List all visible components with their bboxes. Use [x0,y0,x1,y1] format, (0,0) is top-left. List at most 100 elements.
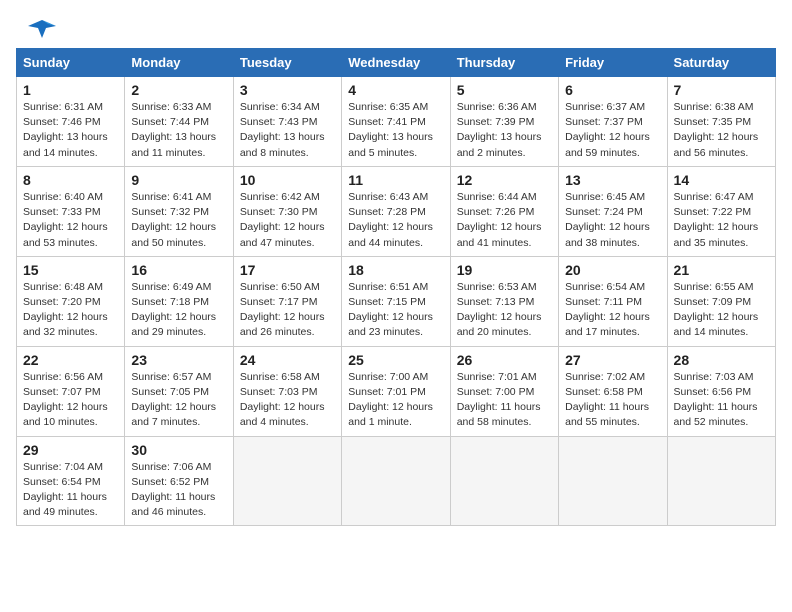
calendar-day-cell: 6 Sunrise: 6:37 AMSunset: 7:37 PMDaylight… [559,77,667,167]
calendar-day-cell: 7Sunrise: 6:38 AMSunset: 7:35 PMDaylight… [667,77,775,167]
day-info: Sunrise: 6:42 AMSunset: 7:30 PMDaylight:… [240,190,335,251]
day-info: Sunrise: 6:48 AMSunset: 7:20 PMDaylight:… [23,280,118,341]
calendar-day-cell: 5 Sunrise: 6:36 AMSunset: 7:39 PMDaylight… [450,77,558,167]
calendar-week-row: 15 Sunrise: 6:48 AMSunset: 7:20 PMDayligh… [17,256,776,346]
day-info: Sunrise: 6:51 AMSunset: 7:15 PMDaylight:… [348,280,443,341]
day-number: 1 [23,82,118,98]
calendar-day-cell: 9 Sunrise: 6:41 AMSunset: 7:32 PMDaylight… [125,166,233,256]
day-info: Sunrise: 6:55 AMSunset: 7:09 PMDaylight:… [674,280,769,341]
day-number: 28 [674,352,769,368]
day-number: 17 [240,262,335,278]
day-number: 10 [240,172,335,188]
calendar-day-cell [559,436,667,526]
calendar-body: 1 Sunrise: 6:31 AMSunset: 7:46 PMDaylight… [17,77,776,526]
calendar-day-cell: 17 Sunrise: 6:50 AMSunset: 7:17 PMDayligh… [233,256,341,346]
day-number: 12 [457,172,552,188]
calendar-day-cell: 14 Sunrise: 6:47 AMSunset: 7:22 PMDayligh… [667,166,775,256]
calendar-day-cell: 22 Sunrise: 6:56 AMSunset: 7:07 PMDayligh… [17,346,125,436]
day-number: 13 [565,172,660,188]
weekday-header-cell: Saturday [667,49,775,77]
day-info: Sunrise: 6:36 AMSunset: 7:39 PMDaylight:… [457,100,552,161]
weekday-header-cell: Thursday [450,49,558,77]
day-info: Sunrise: 6:40 AMSunset: 7:33 PMDaylight:… [23,190,118,251]
day-number: 8 [23,172,118,188]
calendar-day-cell [450,436,558,526]
day-number: 14 [674,172,769,188]
calendar-day-cell: 30 Sunrise: 7:06 AMSunset: 6:52 PMDayligh… [125,436,233,526]
calendar-week-row: 29 Sunrise: 7:04 AMSunset: 6:54 PMDayligh… [17,436,776,526]
day-number: 11 [348,172,443,188]
day-info: Sunrise: 6:50 AMSunset: 7:17 PMDaylight:… [240,280,335,341]
day-info: Sunrise: 6:53 AMSunset: 7:13 PMDaylight:… [457,280,552,341]
day-info: Sunrise: 6:58 AMSunset: 7:03 PMDaylight:… [240,370,335,431]
logo [24,18,58,40]
calendar-week-row: 22 Sunrise: 6:56 AMSunset: 7:07 PMDayligh… [17,346,776,436]
day-number: 5 [457,82,552,98]
day-info: Sunrise: 6:35 AMSunset: 7:41 PMDaylight:… [348,100,443,161]
calendar-table: SundayMondayTuesdayWednesdayThursdayFrid… [16,48,776,526]
day-info: Sunrise: 6:44 AMSunset: 7:26 PMDaylight:… [457,190,552,251]
day-number: 22 [23,352,118,368]
day-info: Sunrise: 6:49 AMSunset: 7:18 PMDaylight:… [131,280,226,341]
day-number: 30 [131,442,226,458]
calendar-day-cell: 15 Sunrise: 6:48 AMSunset: 7:20 PMDayligh… [17,256,125,346]
day-number: 3 [240,82,335,98]
calendar-day-cell: 23 Sunrise: 6:57 AMSunset: 7:05 PMDayligh… [125,346,233,436]
calendar-day-cell: 19 Sunrise: 6:53 AMSunset: 7:13 PMDayligh… [450,256,558,346]
calendar-day-cell: 10 Sunrise: 6:42 AMSunset: 7:30 PMDayligh… [233,166,341,256]
day-info: Sunrise: 7:00 AMSunset: 7:01 PMDaylight:… [348,370,443,431]
day-info: Sunrise: 6:33 AMSunset: 7:44 PMDaylight:… [131,100,226,161]
day-number: 2 [131,82,226,98]
day-info: Sunrise: 6:47 AMSunset: 7:22 PMDaylight:… [674,190,769,251]
calendar-day-cell: 12 Sunrise: 6:44 AMSunset: 7:26 PMDayligh… [450,166,558,256]
day-number: 29 [23,442,118,458]
day-info: Sunrise: 6:34 AMSunset: 7:43 PMDaylight:… [240,100,335,161]
calendar-day-cell: 24 Sunrise: 6:58 AMSunset: 7:03 PMDayligh… [233,346,341,436]
day-info: Sunrise: 6:57 AMSunset: 7:05 PMDaylight:… [131,370,226,431]
calendar-day-cell: 8 Sunrise: 6:40 AMSunset: 7:33 PMDaylight… [17,166,125,256]
calendar-week-row: 1 Sunrise: 6:31 AMSunset: 7:46 PMDaylight… [17,77,776,167]
calendar-day-cell: 26Sunrise: 7:01 AMSunset: 7:00 PMDayligh… [450,346,558,436]
calendar-day-cell: 29 Sunrise: 7:04 AMSunset: 6:54 PMDayligh… [17,436,125,526]
calendar-day-cell: 25Sunrise: 7:00 AMSunset: 7:01 PMDayligh… [342,346,450,436]
day-info: Sunrise: 7:03 AMSunset: 6:56 PMDaylight:… [674,370,769,431]
calendar-day-cell [233,436,341,526]
day-info: Sunrise: 7:02 AMSunset: 6:58 PMDaylight:… [565,370,660,431]
day-number: 19 [457,262,552,278]
weekday-header-row: SundayMondayTuesdayWednesdayThursdayFrid… [17,49,776,77]
day-number: 20 [565,262,660,278]
day-number: 6 [565,82,660,98]
day-info: Sunrise: 7:06 AMSunset: 6:52 PMDaylight:… [131,460,226,521]
weekday-header-cell: Friday [559,49,667,77]
day-number: 4 [348,82,443,98]
day-info: Sunrise: 6:41 AMSunset: 7:32 PMDaylight:… [131,190,226,251]
weekday-header-cell: Monday [125,49,233,77]
day-number: 15 [23,262,118,278]
day-number: 26 [457,352,552,368]
day-number: 27 [565,352,660,368]
logo-bird-icon [28,18,56,40]
day-info: Sunrise: 6:54 AMSunset: 7:11 PMDaylight:… [565,280,660,341]
day-number: 16 [131,262,226,278]
day-info: Sunrise: 6:31 AMSunset: 7:46 PMDaylight:… [23,100,118,161]
day-info: Sunrise: 6:56 AMSunset: 7:07 PMDaylight:… [23,370,118,431]
weekday-header-cell: Wednesday [342,49,450,77]
day-info: Sunrise: 7:04 AMSunset: 6:54 PMDaylight:… [23,460,118,521]
calendar-week-row: 8 Sunrise: 6:40 AMSunset: 7:33 PMDaylight… [17,166,776,256]
day-info: Sunrise: 6:37 AMSunset: 7:37 PMDaylight:… [565,100,660,161]
day-number: 23 [131,352,226,368]
day-number: 24 [240,352,335,368]
day-number: 7 [674,82,769,98]
calendar-day-cell: 18Sunrise: 6:51 AMSunset: 7:15 PMDayligh… [342,256,450,346]
weekday-header-cell: Tuesday [233,49,341,77]
day-info: Sunrise: 6:43 AMSunset: 7:28 PMDaylight:… [348,190,443,251]
weekday-header-cell: Sunday [17,49,125,77]
day-number: 21 [674,262,769,278]
calendar-day-cell: 16 Sunrise: 6:49 AMSunset: 7:18 PMDayligh… [125,256,233,346]
day-number: 9 [131,172,226,188]
calendar-day-cell [667,436,775,526]
calendar-day-cell [342,436,450,526]
calendar-day-cell: 4 Sunrise: 6:35 AMSunset: 7:41 PMDaylight… [342,77,450,167]
calendar-day-cell: 20 Sunrise: 6:54 AMSunset: 7:11 PMDayligh… [559,256,667,346]
calendar-day-cell: 1 Sunrise: 6:31 AMSunset: 7:46 PMDaylight… [17,77,125,167]
